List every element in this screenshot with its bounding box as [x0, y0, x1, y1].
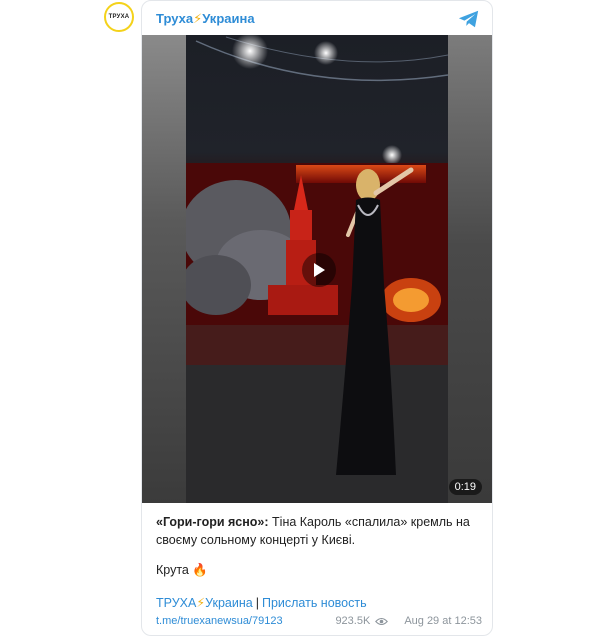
- video-blur-left: [142, 35, 186, 503]
- post-url-link[interactable]: t.me/truexanewsua/79123: [156, 615, 283, 627]
- post-line2: Крута 🔥: [156, 561, 482, 579]
- channel-name-part1: Труха: [156, 11, 194, 26]
- post-line2-text: Крута: [156, 563, 189, 577]
- post-meta: 923.5K Aug 29 at 12:53: [335, 615, 482, 627]
- play-button[interactable]: [302, 253, 336, 287]
- channel-link-part2: Украина: [205, 596, 253, 610]
- link-separator: |: [255, 596, 259, 610]
- telegram-icon[interactable]: [458, 9, 480, 29]
- channel-name-part2: Украина: [202, 11, 255, 26]
- video-blur-right: [448, 35, 492, 503]
- post-bold-text: «Гори-гори ясно»:: [156, 515, 269, 529]
- channel-link-part1: ТРУХА: [156, 596, 197, 610]
- channel-link[interactable]: ТРУХА⚡Украина: [156, 596, 253, 610]
- lightning-icon: ⚡: [196, 596, 206, 610]
- post-date[interactable]: Aug 29 at 12:53: [404, 615, 482, 627]
- post-text: «Гори-гори ясно»: Тіна Кароль «спалила» …: [156, 513, 482, 579]
- post-footer: t.me/truexanewsua/79123 923.5K Aug 29 at…: [156, 615, 482, 627]
- post-card: Труха⚡Украина 0:19 «Гори-гори ясно»: Тін…: [141, 0, 493, 636]
- submit-news-link[interactable]: Прислать новость: [262, 596, 367, 610]
- channel-avatar[interactable]: ТРУХА: [104, 2, 134, 32]
- eye-icon: [375, 617, 389, 625]
- video-duration: 0:19: [448, 479, 482, 495]
- play-icon: [314, 263, 325, 277]
- avatar-text: ТРУХА: [108, 14, 130, 20]
- video-player[interactable]: 0:19: [142, 35, 492, 503]
- post-paragraph: «Гори-гори ясно»: Тіна Кароль «спалила» …: [156, 513, 482, 549]
- post-links: ТРУХА⚡Украина | Прислать новость: [156, 595, 367, 610]
- fire-emoji-icon: 🔥: [192, 563, 208, 577]
- lightning-icon: ⚡: [193, 11, 203, 26]
- view-count: 923.5K: [335, 615, 371, 627]
- channel-name-link[interactable]: Труха⚡Украина: [156, 11, 255, 27]
